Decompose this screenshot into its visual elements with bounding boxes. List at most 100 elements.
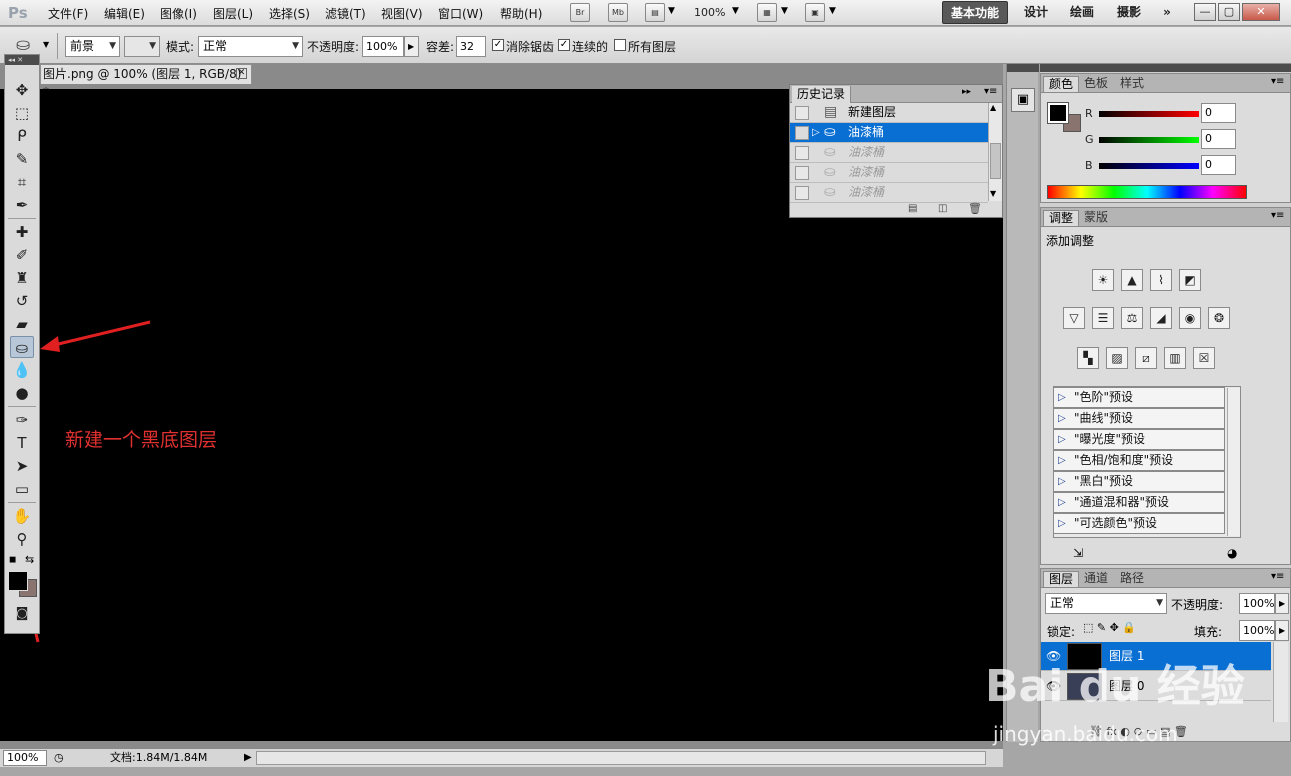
paint-bucket-icon[interactable]: ⛀ [16, 35, 30, 55]
horizontal-scrollbar[interactable] [256, 751, 986, 765]
fill-input[interactable]: 100% [1239, 620, 1275, 641]
menu-view[interactable]: 视图(V) [381, 5, 423, 22]
tab-color[interactable]: 颜色 [1043, 76, 1080, 92]
red-value-input[interactable]: 0 [1201, 103, 1236, 123]
swap-colors-icon[interactable]: ⇆ [25, 553, 34, 566]
opacity-slider-button[interactable]: ▶ [1275, 593, 1289, 614]
maximize-button[interactable]: ▢ [1218, 3, 1240, 21]
history-brush-tool-icon[interactable]: ↺ [10, 290, 34, 312]
tab-paths[interactable]: 路径 [1115, 571, 1149, 587]
tab-channels[interactable]: 通道 [1079, 571, 1113, 587]
eyedropper-tool-icon[interactable]: ✒ [10, 194, 34, 216]
panel-menu-icon[interactable]: ▾≡ [1271, 571, 1284, 582]
green-value-input[interactable]: 0 [1201, 129, 1236, 149]
workspace-photography[interactable]: 摄影 [1111, 1, 1147, 24]
brush-tool-icon[interactable]: ✐ [10, 244, 34, 266]
fill-source-select[interactable]: 前景 ▼ [65, 36, 120, 57]
blur-tool-icon[interactable]: 💧 [10, 359, 34, 381]
presets-scrollbar[interactable] [1227, 388, 1240, 536]
arrange-documents-button[interactable]: ▦ [757, 3, 777, 22]
exposure-icon[interactable]: ◩ [1179, 269, 1201, 291]
tab-layers[interactable]: 图层 [1043, 571, 1080, 587]
mini-bridge-button[interactable]: Mb [608, 3, 628, 22]
type-tool-icon[interactable]: T [10, 432, 34, 454]
close-icon[interactable]: ✕ [236, 68, 247, 79]
clip-icon[interactable]: ◕ [1227, 546, 1237, 560]
status-menu-icon[interactable]: ◷ [54, 749, 64, 767]
layers-scrollbar[interactable] [1273, 642, 1288, 722]
dodge-tool-icon[interactable]: ● [10, 382, 34, 404]
menu-file[interactable]: 文件(F) [48, 5, 88, 22]
antialias-checkbox[interactable]: ✓ [492, 39, 504, 51]
tab-history[interactable]: 历史记录 [792, 86, 852, 103]
black-white-icon[interactable]: ◢ [1150, 307, 1172, 329]
more-workspaces[interactable]: » [1155, 1, 1179, 24]
paint-bucket-tool-icon[interactable]: ⛀ [10, 336, 34, 358]
return-icon[interactable]: ⇲ [1073, 546, 1083, 560]
menu-help[interactable]: 帮助(H) [500, 5, 542, 22]
workspace-essentials[interactable]: 基本功能 [942, 1, 1008, 24]
gradient-map-icon[interactable]: ▥ [1164, 347, 1186, 369]
color-spectrum-bar[interactable] [1047, 185, 1247, 199]
contiguous-checkbox[interactable]: ✓ [558, 39, 570, 51]
bridge-button[interactable]: Br [570, 3, 590, 22]
preset-exposure[interactable]: "曝光度"预设 [1053, 429, 1225, 450]
curves-icon[interactable]: ⌇ [1150, 269, 1172, 291]
chevron-down-icon[interactable]: ▼ [781, 6, 788, 16]
lock-icons[interactable]: ⬚ ✎ ✥ 🔒 [1083, 621, 1136, 634]
snapshot-checkbox[interactable] [795, 146, 809, 160]
rectangle-tool-icon[interactable]: ▭ [10, 478, 34, 500]
preset-channel-mixer[interactable]: "通道混和器"预设 [1053, 492, 1225, 513]
chevron-down-icon[interactable]: ▼ [668, 6, 675, 16]
preset-curves[interactable]: "曲线"预设 [1053, 408, 1225, 429]
clone-stamp-tool-icon[interactable]: ♜ [10, 267, 34, 289]
opacity-slider-button[interactable]: ▶ [404, 36, 419, 57]
foreground-color-swatch[interactable] [8, 571, 28, 591]
dock-header[interactable] [1007, 64, 1039, 72]
chevron-down-icon[interactable]: ▼ [829, 6, 836, 16]
tolerance-input[interactable]: 32 [456, 36, 486, 57]
status-arrow-icon[interactable]: ▶ [244, 749, 252, 767]
menu-layer[interactable]: 图层(L) [213, 5, 253, 22]
tab-adjustments[interactable]: 调整 [1043, 210, 1080, 226]
snapshot-icon[interactable]: ◫ [938, 203, 947, 214]
move-tool-icon[interactable]: ✥ [10, 79, 34, 101]
vibrance-icon[interactable]: ▽ [1063, 307, 1085, 329]
preset-hue-saturation[interactable]: "色相/饱和度"预设 [1053, 450, 1225, 471]
history-row-selected[interactable]: ▷ ⛀ 油漆桶 [790, 123, 988, 143]
chevron-down-icon[interactable]: ▼ [43, 40, 49, 49]
fill-slider-button[interactable]: ▶ [1275, 620, 1289, 641]
snapshot-checkbox[interactable] [795, 106, 809, 120]
snapshot-checkbox[interactable] [795, 126, 809, 140]
eraser-tool-icon[interactable]: ▰ [10, 313, 34, 335]
brightness-icon[interactable]: ☀ [1092, 269, 1114, 291]
document-tab[interactable]: 图片.png @ 100% (图层 1, RGB/8) * ✕ [40, 64, 252, 99]
default-colors-icon[interactable]: ◼ [9, 555, 16, 565]
foreground-color-swatch[interactable] [1047, 102, 1069, 124]
photo-filter-icon[interactable]: ◉ [1179, 307, 1201, 329]
layer-opacity-input[interactable]: 100% [1239, 593, 1275, 614]
marquee-tool-icon[interactable]: ⬚ [10, 102, 34, 124]
opacity-input[interactable]: 100% [362, 36, 404, 57]
pattern-picker[interactable]: ▼ [124, 36, 160, 57]
view-extras-button[interactable]: ▤ [645, 3, 665, 22]
screen-mode-button[interactable]: ▣ [805, 3, 825, 22]
tab-styles[interactable]: 样式 [1115, 76, 1149, 92]
trash-icon[interactable]: 🗑 [968, 202, 982, 215]
collapse-icon[interactable]: ▸▸ [962, 87, 971, 97]
quick-selection-tool-icon[interactable]: ✎ [10, 148, 34, 170]
snapshot-checkbox[interactable] [795, 186, 809, 200]
all-layers-checkbox[interactable] [614, 39, 626, 51]
menu-select[interactable]: 选择(S) [269, 5, 310, 22]
preset-levels[interactable]: "色阶"预设 [1053, 387, 1225, 408]
invert-icon[interactable]: ▚ [1077, 347, 1099, 369]
history-row[interactable]: ▤ 新建图层 [790, 103, 988, 123]
history-panel-icon[interactable]: ▣ [1011, 88, 1035, 112]
panel-menu-icon[interactable]: ▾≡ [1271, 76, 1284, 87]
quick-mask-icon[interactable]: ◙ [10, 603, 34, 625]
zoom-level[interactable]: 100% [694, 6, 725, 19]
menu-filter[interactable]: 滤镜(T) [325, 5, 366, 22]
menu-image[interactable]: 图像(I) [160, 5, 197, 22]
history-row[interactable]: ⛀ 油漆桶 [790, 163, 988, 183]
history-scrollbar[interactable]: ▲ ▼ [988, 103, 1002, 201]
